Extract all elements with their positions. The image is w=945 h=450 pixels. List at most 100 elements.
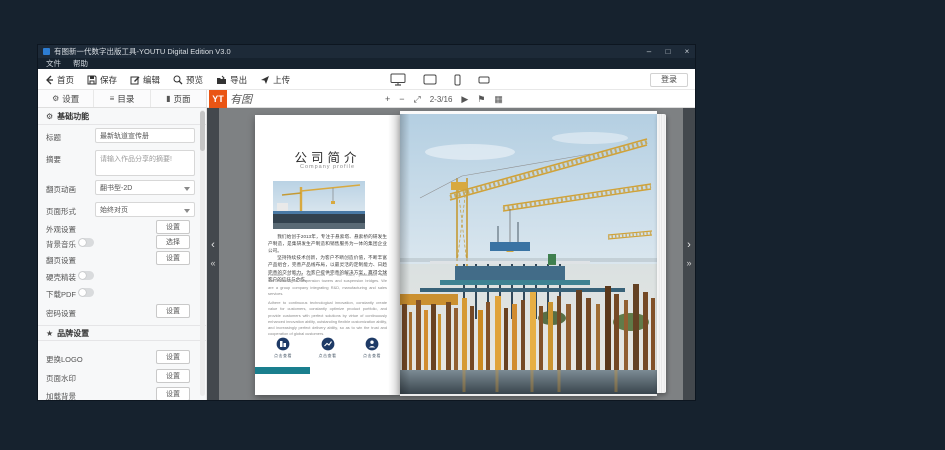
title-input[interactable] bbox=[95, 128, 195, 143]
export-icon bbox=[216, 75, 227, 85]
home-button[interactable]: 首页 bbox=[44, 74, 74, 86]
window-body: ⚙ 基础功能 标题 摘要 翻页动画 翻书型-2D 页面形式 始终对页 外观设置 bbox=[38, 108, 695, 400]
flip-settings-button[interactable]: 设置 bbox=[156, 251, 190, 265]
main-toolbar: 首页 保存 编辑 预览 导出 bbox=[38, 69, 695, 90]
menu-item-file[interactable]: 文件 bbox=[46, 58, 61, 69]
watermark-label: 页面水印 bbox=[46, 373, 76, 384]
header-row: ⚙ 设置 ≡ 目录 ▮ 页面 YT 有图 bbox=[38, 90, 695, 108]
page-icon: ▮ bbox=[166, 94, 170, 103]
thumbnails-grid-icon[interactable]: ▦ bbox=[494, 95, 503, 104]
person-icon bbox=[365, 337, 379, 351]
zoom-out-icon[interactable]: − bbox=[399, 95, 404, 104]
save-label: 保存 bbox=[100, 74, 117, 86]
watermark-button[interactable]: 设置 bbox=[156, 369, 190, 383]
page-stack-edge[interactable] bbox=[657, 114, 666, 393]
upload-plane-icon bbox=[260, 75, 270, 85]
tab-settings-label: 设置 bbox=[62, 93, 79, 105]
change-logo-button[interactable]: 设置 bbox=[156, 350, 190, 364]
titlebar: 有图新一代数字出版工具-YOUTU Digital Edition V3.0 –… bbox=[38, 45, 695, 58]
phone-icon[interactable] bbox=[454, 74, 461, 86]
hardcover-toggle[interactable] bbox=[78, 271, 94, 280]
link-caption: 点击查看 bbox=[363, 353, 381, 359]
toolbar-left-group: 首页 保存 编辑 预览 导出 bbox=[44, 69, 290, 90]
bookmark-flag-icon[interactable]: ⚑ bbox=[477, 95, 485, 104]
crane-thumbnail-image bbox=[273, 181, 365, 229]
tab-settings[interactable]: ⚙ 设置 bbox=[38, 90, 94, 107]
minimize-button[interactable]: – bbox=[645, 47, 653, 56]
logo-yt-mark: YT bbox=[209, 90, 227, 108]
list-icon: ≡ bbox=[110, 94, 115, 103]
login-button[interactable]: 登录 bbox=[650, 73, 688, 87]
en-paragraph-1: Founded in 2013, we focus on the R&D, pr… bbox=[268, 272, 387, 297]
double-chevron-left-icon[interactable]: « bbox=[210, 259, 215, 268]
app-icon bbox=[43, 48, 50, 55]
upload-button[interactable]: 上传 bbox=[260, 74, 290, 86]
bg-music-toggle[interactable] bbox=[78, 238, 94, 247]
page-form-value: 始终对页 bbox=[100, 205, 128, 215]
flip-settings-label: 翻页设置 bbox=[46, 255, 76, 266]
pdf-label: 下载PDF bbox=[46, 289, 76, 300]
app-window: 有图新一代数字出版工具-YOUTU Digital Edition V3.0 –… bbox=[38, 45, 695, 400]
phone-landscape-icon[interactable] bbox=[478, 76, 490, 84]
appearance-set-button[interactable]: 设置 bbox=[156, 220, 190, 234]
menu-item-help[interactable]: 帮助 bbox=[73, 58, 88, 69]
bg-music-label: 背景音乐 bbox=[46, 239, 76, 250]
loading-bg-button[interactable]: 设置 bbox=[156, 387, 190, 400]
double-chevron-right-icon[interactable]: » bbox=[686, 259, 691, 268]
search-icon bbox=[173, 75, 183, 85]
next-nav-strip: › » bbox=[683, 108, 695, 400]
flip-anim-select[interactable]: 翻书型-2D bbox=[95, 180, 195, 195]
viewer-toolbar: YT 有图 + − ⤢ 2-3/16 ▶ ⚑ ▦ bbox=[207, 90, 695, 108]
export-button[interactable]: 导出 bbox=[216, 74, 247, 86]
window-title: 有图新一代数字出版工具-YOUTU Digital Edition V3.0 bbox=[54, 46, 231, 57]
page-form-select[interactable]: 始终对页 bbox=[95, 202, 195, 217]
flip-anim-value: 翻书型-2D bbox=[100, 183, 132, 193]
left-page: 公司简介 Company profile bbox=[255, 115, 400, 395]
sidebar-tabs: ⚙ 设置 ≡ 目录 ▮ 页面 bbox=[38, 90, 207, 108]
summary-textarea[interactable] bbox=[95, 150, 195, 176]
device-preview-group bbox=[390, 69, 490, 90]
bg-music-choose-button[interactable]: 选择 bbox=[156, 235, 190, 249]
loading-bg-label: 加载背景 bbox=[46, 391, 76, 400]
prev-nav-strip: ‹ « bbox=[207, 108, 219, 400]
preview-button[interactable]: 预览 bbox=[173, 74, 203, 86]
tab-catalog-label: 目录 bbox=[117, 93, 134, 105]
gear-icon: ⚙ bbox=[52, 94, 59, 103]
english-paragraphs: Founded in 2013, we focus on the R&D, pr… bbox=[268, 272, 387, 341]
tablet-icon[interactable] bbox=[423, 74, 437, 85]
menubar: 文件 帮助 bbox=[38, 58, 695, 69]
password-label: 密码设置 bbox=[46, 308, 76, 319]
close-button[interactable]: × bbox=[683, 47, 691, 56]
desktop-icon[interactable] bbox=[390, 73, 406, 86]
chevron-left-icon[interactable]: ‹ bbox=[211, 240, 215, 251]
link-item-team[interactable]: 点击查看 bbox=[357, 337, 387, 359]
link-item-company[interactable]: 点击查看 bbox=[268, 337, 298, 359]
appearance-label: 外观设置 bbox=[46, 224, 76, 235]
construction-site-image bbox=[400, 114, 657, 394]
autoplay-icon[interactable]: ▶ bbox=[461, 95, 468, 104]
section-basic-label: 基础功能 bbox=[57, 111, 89, 122]
upload-label: 上传 bbox=[273, 74, 290, 86]
tab-pages[interactable]: ▮ 页面 bbox=[151, 90, 206, 107]
sidebar-scrollbar-thumb[interactable] bbox=[200, 111, 205, 151]
flip-anim-label: 翻页动画 bbox=[46, 184, 76, 195]
maximize-button[interactable]: □ bbox=[664, 47, 672, 56]
flipbook-viewer: ‹ « › » 公司简介 Company profile bbox=[207, 108, 695, 400]
viewer-controls: + − ⤢ 2-3/16 ▶ ⚑ ▦ bbox=[385, 90, 503, 108]
preview-label: 预览 bbox=[186, 74, 203, 86]
pdf-toggle[interactable] bbox=[78, 288, 94, 297]
edit-button[interactable]: 编辑 bbox=[130, 74, 160, 86]
chevron-right-icon[interactable]: › bbox=[687, 240, 691, 251]
star-icon: ★ bbox=[46, 329, 53, 338]
page-indicator: 2-3/16 bbox=[430, 95, 453, 104]
zoom-in-icon[interactable]: + bbox=[385, 95, 390, 104]
save-button[interactable]: 保存 bbox=[87, 74, 117, 86]
tab-catalog[interactable]: ≡ 目录 bbox=[94, 90, 150, 107]
section-brand-label: 品牌设置 bbox=[57, 328, 89, 339]
back-arrow-icon bbox=[44, 75, 54, 85]
sidebar-scrollbar-track bbox=[200, 110, 205, 396]
page-subtitle: Company profile bbox=[255, 164, 400, 170]
link-item-performance[interactable]: 点击查看 bbox=[313, 337, 343, 359]
password-set-button[interactable]: 设置 bbox=[156, 304, 190, 318]
fullscreen-icon[interactable]: ⤢ bbox=[414, 95, 421, 104]
